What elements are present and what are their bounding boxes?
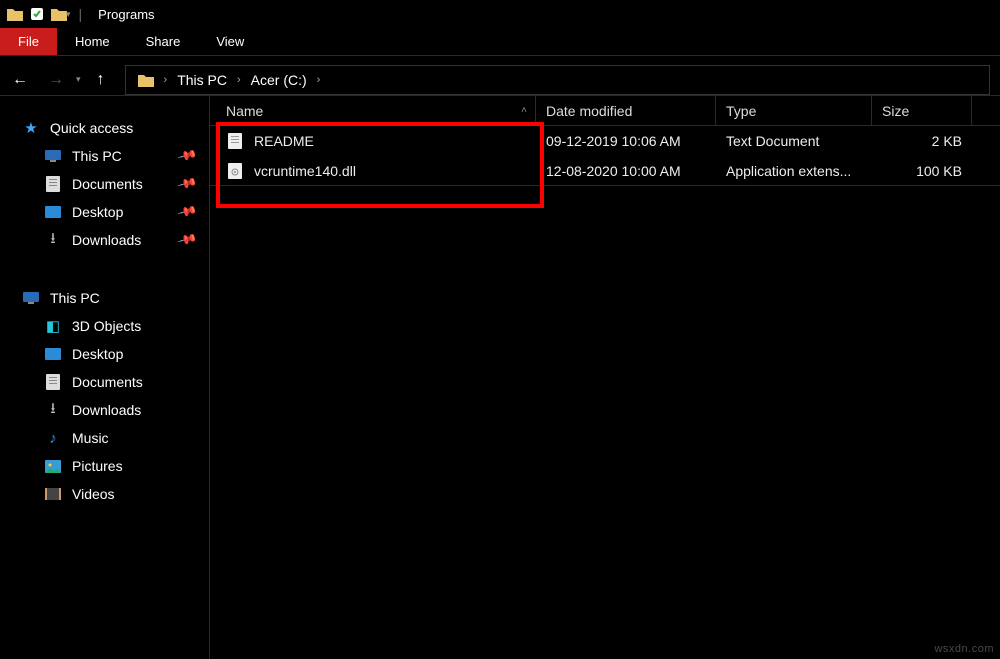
download-icon: ⭳: [44, 401, 62, 419]
sidebar-item-3d-objects[interactable]: ◧ 3D Objects: [0, 312, 209, 340]
column-header-type[interactable]: Type: [716, 96, 872, 125]
breadcrumb-seg[interactable]: This PC: [171, 72, 233, 88]
ribbon-tabs: File Home Share View: [0, 28, 1000, 56]
file-size: 2 KB: [872, 126, 972, 156]
sidebar-label: Videos: [72, 486, 115, 502]
sidebar-item-downloads[interactable]: ⭳ Downloads: [0, 396, 209, 424]
file-rows: README 09-12-2019 10:06 AM Text Document…: [210, 126, 1000, 186]
file-list-pane: Name ˄ Date modified Type Size README 09…: [210, 96, 1000, 659]
column-header-date[interactable]: Date modified: [536, 96, 716, 125]
cube-icon: ◧: [44, 317, 62, 335]
sidebar-label: This PC: [72, 148, 122, 164]
watermark: wsxdn.com: [934, 643, 994, 655]
nav-bar: ← → ▾ ↑ › This PC › Acer (C:) ›: [0, 56, 1000, 96]
title-bar: ▾ | Programs: [0, 0, 1000, 28]
file-type: Application extens...: [716, 156, 872, 185]
tab-share[interactable]: Share: [128, 28, 199, 55]
sidebar-label: 3D Objects: [72, 318, 141, 334]
desktop-icon: [44, 345, 62, 363]
star-icon: ★: [22, 119, 40, 137]
pin-icon: 📌: [176, 145, 198, 167]
sidebar-label: Downloads: [72, 402, 141, 418]
dll-file-icon: [226, 162, 244, 180]
chevron-right-icon[interactable]: ›: [313, 74, 325, 86]
pictures-icon: [44, 457, 62, 475]
history-dropdown-icon[interactable]: ▾: [76, 74, 81, 85]
text-file-icon: [226, 132, 244, 150]
tab-home[interactable]: Home: [57, 28, 128, 55]
tab-file[interactable]: File: [0, 28, 57, 55]
file-name: vcruntime140.dll: [254, 163, 356, 179]
nav-arrows: ← → ▾ ↑: [10, 71, 105, 89]
chevron-right-icon[interactable]: ›: [233, 74, 245, 86]
up-button[interactable]: ↑: [97, 71, 105, 89]
file-name: README: [254, 133, 314, 149]
column-label: Name: [226, 103, 263, 119]
pin-icon: 📌: [176, 173, 198, 195]
sidebar-label: Documents: [72, 176, 143, 192]
back-button[interactable]: ←: [10, 71, 30, 89]
sort-indicator-icon: ˄: [521, 105, 527, 116]
download-icon: ⭳: [44, 231, 62, 249]
sidebar-label: Downloads: [72, 232, 141, 248]
pin-icon: 📌: [176, 229, 198, 251]
column-headers: Name ˄ Date modified Type Size: [210, 96, 1000, 126]
document-icon: [44, 175, 62, 193]
qa-dropdown-icon[interactable]: ▾: [66, 9, 71, 20]
breadcrumb-seg[interactable]: Acer (C:): [245, 72, 313, 88]
sidebar-item-desktop[interactable]: Desktop: [0, 340, 209, 368]
address-bar[interactable]: › This PC › Acer (C:) ›: [125, 65, 990, 95]
sidebar-label: Pictures: [72, 458, 123, 474]
desktop-icon: [44, 203, 62, 221]
file-date: 09-12-2019 10:06 AM: [536, 126, 716, 156]
music-icon: ♪: [44, 429, 62, 447]
sidebar-label: Music: [72, 430, 109, 446]
sidebar-item-music[interactable]: ♪ Music: [0, 424, 209, 452]
sidebar-quick-access[interactable]: ★ Quick access: [0, 114, 209, 142]
address-root-icon[interactable]: [132, 73, 160, 87]
document-icon: [44, 373, 62, 391]
sidebar-this-pc[interactable]: This PC: [0, 284, 209, 312]
sidebar-label: Desktop: [72, 346, 123, 362]
column-header-size[interactable]: Size: [872, 96, 972, 125]
sidebar-item-downloads[interactable]: ⭳ Downloads 📌: [0, 226, 209, 254]
window-title: Programs: [98, 7, 154, 22]
pc-icon: [44, 147, 62, 165]
file-row[interactable]: vcruntime140.dll 12-08-2020 10:00 AM App…: [210, 156, 1000, 186]
sidebar-label: This PC: [50, 290, 100, 306]
videos-icon: [44, 485, 62, 503]
navigation-pane: ★ Quick access This PC 📌 Documents 📌 Des…: [0, 96, 210, 659]
sidebar-item-documents[interactable]: Documents 📌: [0, 170, 209, 198]
sidebar-label: Quick access: [50, 120, 133, 136]
sidebar-item-videos[interactable]: Videos: [0, 480, 209, 508]
sidebar-item-this-pc[interactable]: This PC 📌: [0, 142, 209, 170]
chevron-right-icon[interactable]: ›: [160, 74, 172, 86]
file-type: Text Document: [716, 126, 872, 156]
sidebar-label: Desktop: [72, 204, 123, 220]
file-date: 12-08-2020 10:00 AM: [536, 156, 716, 185]
title-separator: |: [79, 6, 83, 22]
pin-icon: 📌: [176, 201, 198, 223]
file-row[interactable]: README 09-12-2019 10:06 AM Text Document…: [210, 126, 1000, 156]
forward-button[interactable]: →: [46, 71, 66, 89]
column-header-name[interactable]: Name ˄: [210, 96, 536, 125]
pc-icon: [22, 289, 40, 307]
folder-icon: [6, 5, 24, 23]
sidebar-item-documents[interactable]: Documents: [0, 368, 209, 396]
file-size: 100 KB: [872, 156, 972, 185]
sidebar-item-pictures[interactable]: Pictures: [0, 452, 209, 480]
sidebar-item-desktop[interactable]: Desktop 📌: [0, 198, 209, 226]
save-icon[interactable]: [28, 5, 46, 23]
tab-view[interactable]: View: [198, 28, 262, 55]
sidebar-label: Documents: [72, 374, 143, 390]
